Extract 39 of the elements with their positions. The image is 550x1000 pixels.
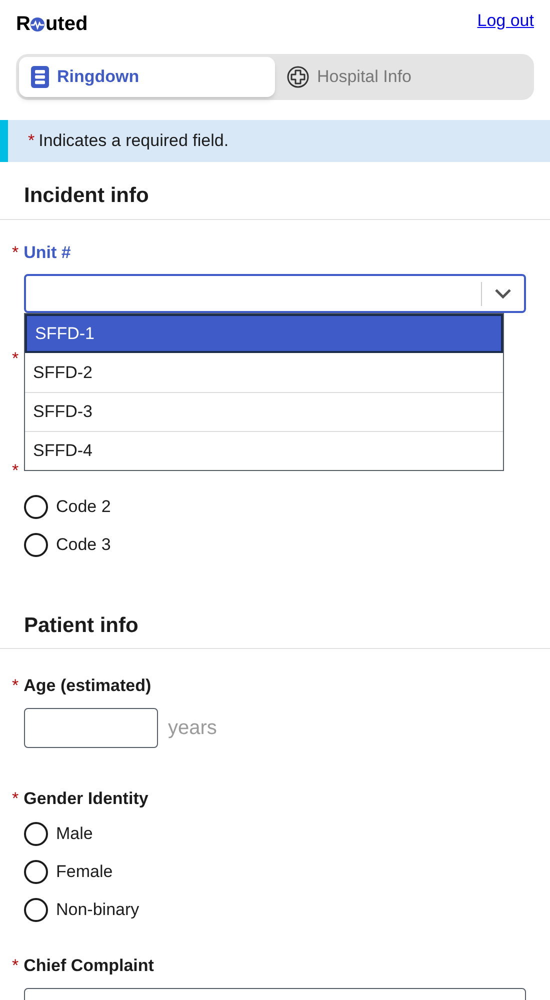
tab[interactable]: Hospital Info — [275, 57, 531, 97]
radio-button[interactable] — [24, 494, 48, 518]
logout-link[interactable]: Log out — [477, 8, 534, 34]
field-label: Unit # — [24, 242, 71, 264]
radio-label: Code 3 — [56, 534, 111, 556]
dropdown-option[interactable]: SFFD-1 — [25, 314, 503, 353]
age-input[interactable] — [24, 708, 158, 748]
radio-button[interactable] — [24, 860, 48, 884]
dropdown-option[interactable]: SFFD-4 — [25, 431, 503, 470]
dropdown-option[interactable]: SFFD-2 — [25, 353, 503, 392]
radio-button[interactable] — [24, 532, 48, 556]
field-label: Chief Complaint — [24, 955, 154, 977]
required-mark: * — [28, 130, 35, 152]
field-label: Age (estimated) — [24, 675, 152, 697]
logo: R uted — [16, 14, 88, 34]
radio-label: Female — [56, 861, 113, 884]
required-mark: * — [12, 675, 19, 697]
notice-text: Indicates a required field. — [38, 130, 229, 152]
tab[interactable]: Ringdown — [19, 57, 275, 97]
radio-button[interactable] — [24, 822, 48, 846]
field-label: Gender Identity — [24, 788, 148, 810]
section-heading: Incident info — [24, 183, 150, 209]
required-mark: * — [12, 460, 19, 482]
dropdown-option[interactable]: SFFD-3 — [25, 392, 503, 431]
chevron-down-icon — [494, 288, 512, 300]
required-mark: * — [12, 348, 19, 370]
section-heading: Patient info — [24, 612, 140, 638]
radio-label: Male — [56, 823, 93, 846]
list-icon — [31, 66, 49, 88]
radio-label: Code 2 — [56, 496, 111, 518]
unit-label: years — [168, 716, 217, 740]
unit-select[interactable] — [24, 274, 526, 313]
required-mark: * — [12, 788, 19, 810]
heartbeat-icon — [30, 16, 46, 32]
required-mark: * — [12, 242, 19, 264]
required-mark: * — [12, 955, 19, 977]
radio-button[interactable] — [24, 898, 48, 922]
radio-label: Non-binary — [56, 899, 140, 922]
plus-circle-icon — [287, 66, 309, 88]
